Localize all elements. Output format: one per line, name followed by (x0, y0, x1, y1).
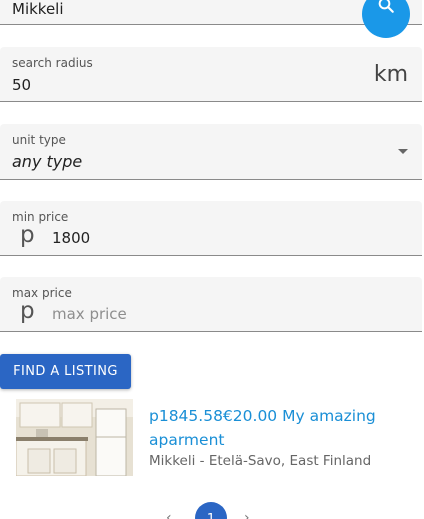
chevron-down-icon (398, 149, 408, 154)
unit-type-select[interactable]: unit type any type (0, 124, 422, 180)
unit-type-label: unit type (12, 133, 66, 147)
radius-unit-suffix: km (373, 62, 408, 87)
listing-title-link[interactable]: p1845.58€20.00 My amazing aparment (149, 404, 399, 452)
min-price-field[interactable]: min price p 1800 (0, 201, 422, 256)
location-input[interactable]: Mikkeli (12, 0, 64, 18)
search-radius-field[interactable]: search radius 50 km (0, 47, 422, 102)
currency-prefix: p (20, 298, 35, 324)
search-button[interactable] (362, 0, 410, 38)
search-radius-input[interactable]: 50 (12, 76, 31, 94)
page-button-current[interactable]: 1 (195, 502, 227, 519)
search-radius-label: search radius (12, 56, 93, 70)
pagination: ‹ 1 › (0, 498, 424, 519)
unit-type-value: any type (12, 152, 83, 171)
max-price-field[interactable]: max price p max price (0, 277, 422, 332)
max-price-input[interactable]: max price (52, 305, 127, 323)
min-price-input[interactable]: 1800 (52, 229, 90, 247)
search-icon (378, 0, 394, 13)
location-field[interactable]: Mikkeli (0, 0, 422, 38)
listing-item[interactable]: p1845.58€20.00 My amazing aparment Mikke… (16, 399, 416, 477)
chevron-left-icon[interactable]: ‹ (166, 510, 172, 519)
currency-prefix: p (20, 222, 35, 248)
listing-thumbnail[interactable] (16, 399, 133, 476)
listing-location: Mikkeli - Etelä-Savo, East Finland (149, 453, 372, 469)
chevron-right-icon[interactable]: › (244, 510, 250, 519)
find-listing-button[interactable]: FIND A LISTING (0, 354, 131, 389)
